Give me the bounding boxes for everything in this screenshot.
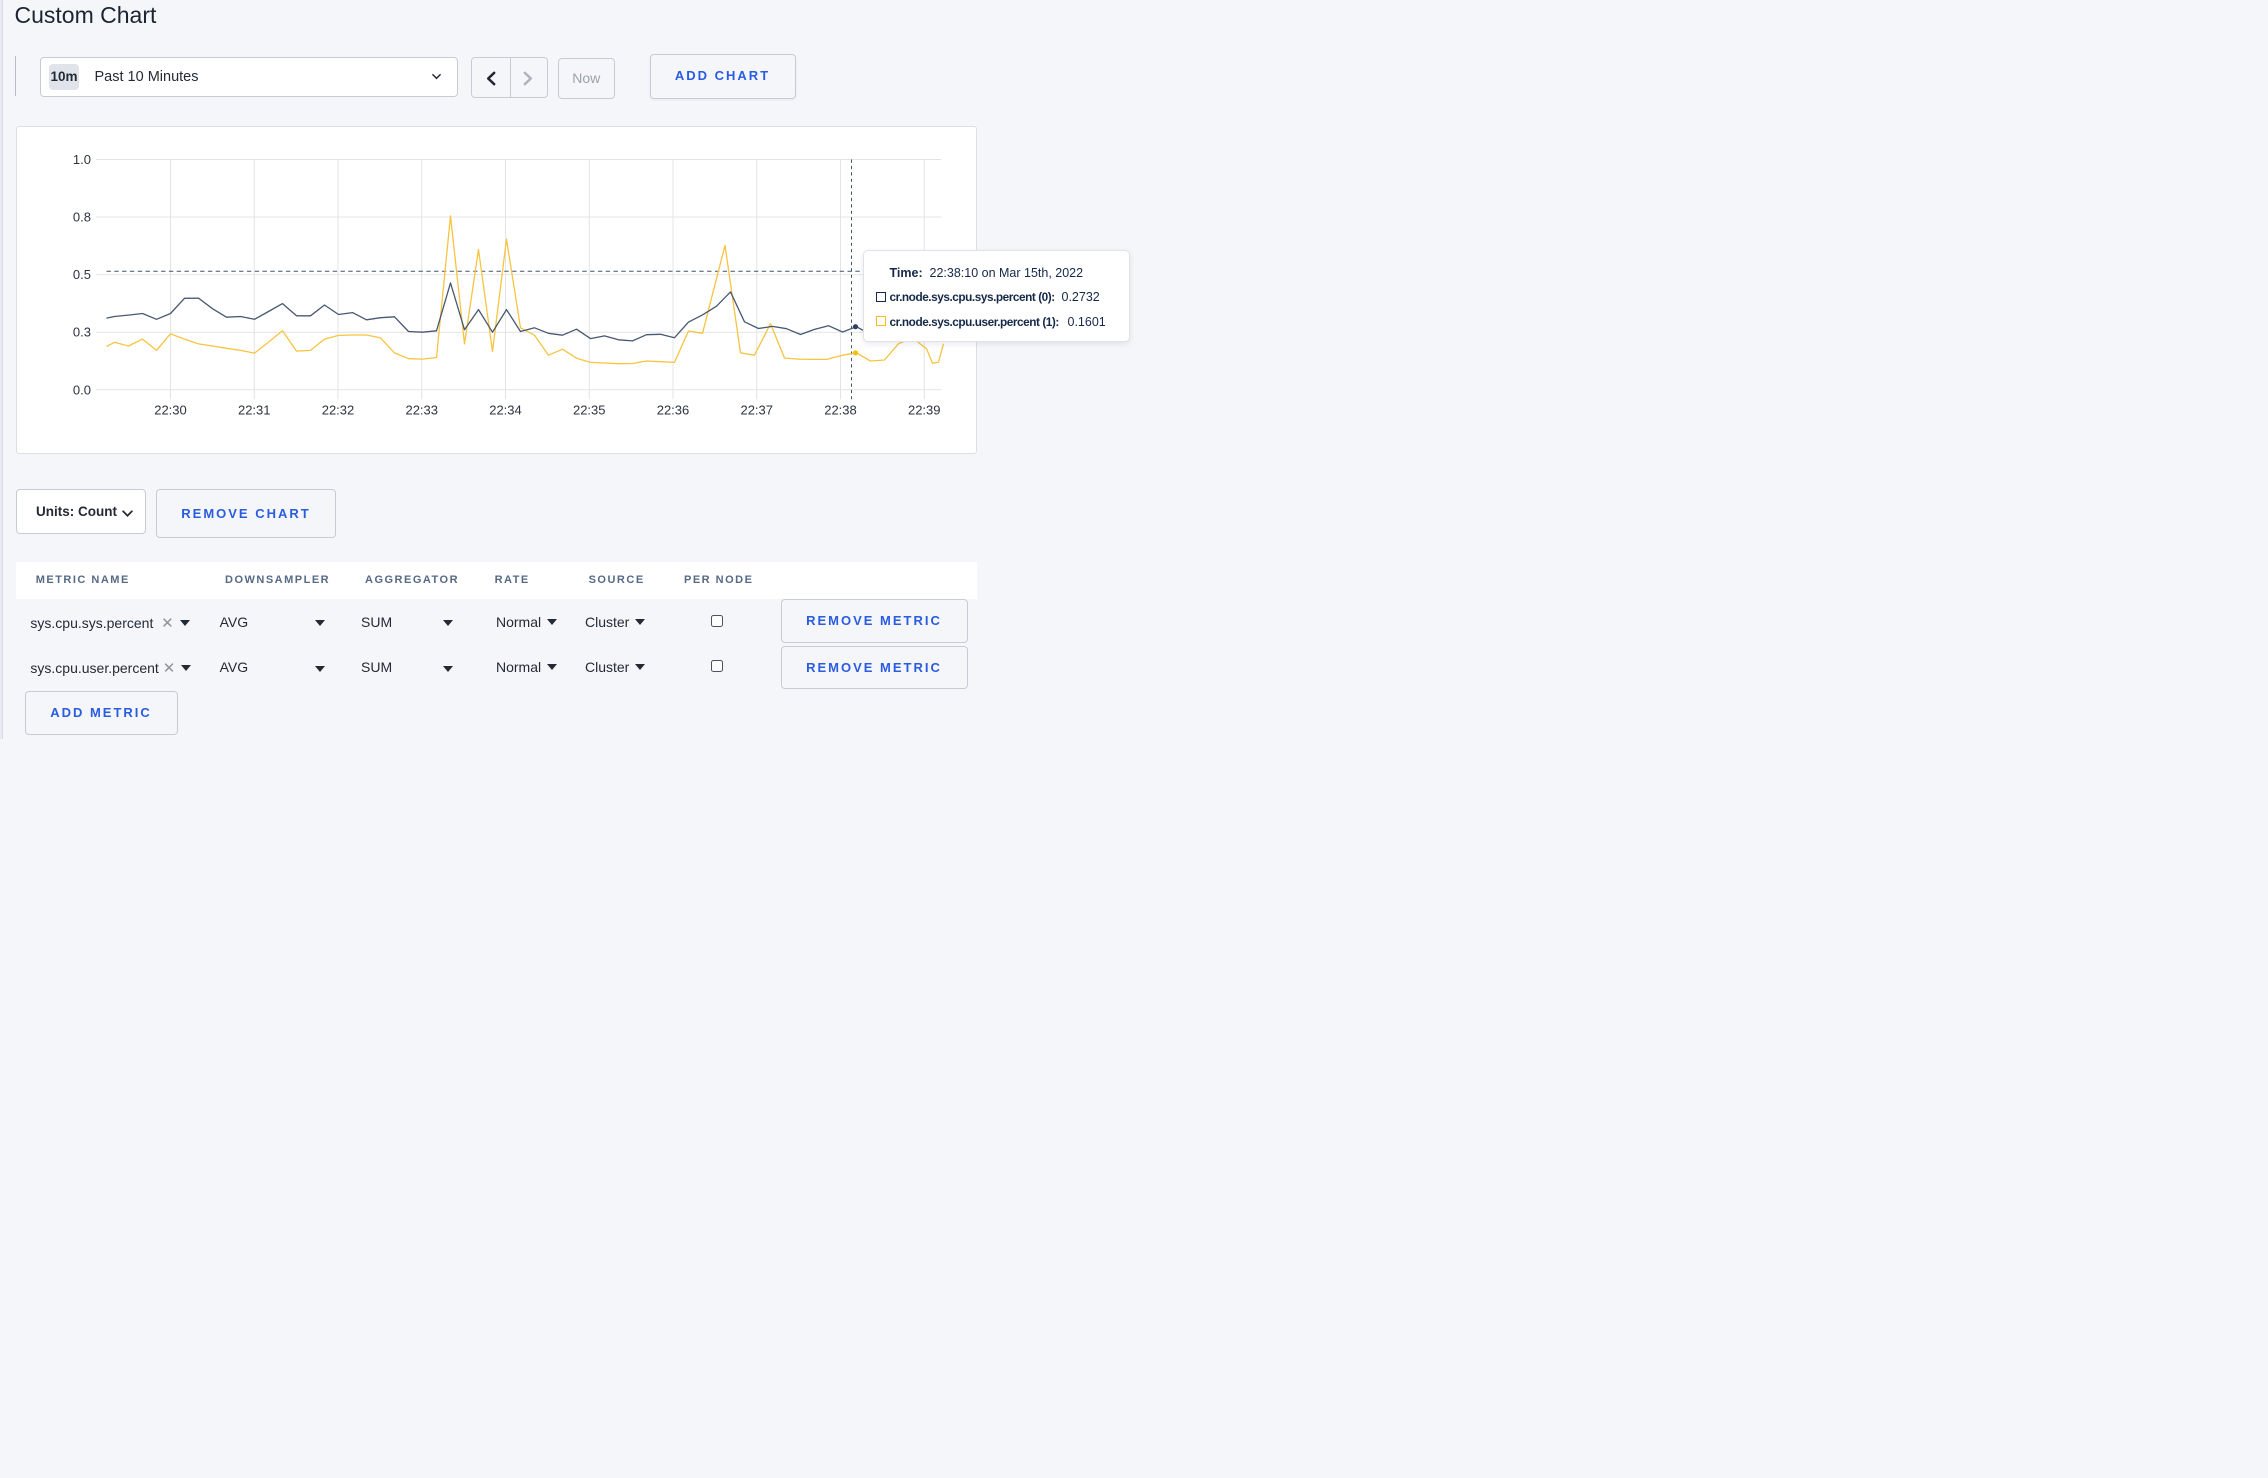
svg-text:22:33: 22:33 — [405, 402, 438, 417]
svg-text:1.0: 1.0 — [72, 152, 90, 167]
svg-text:22:34: 22:34 — [489, 402, 522, 417]
svg-text:0.8: 0.8 — [72, 209, 90, 224]
svg-text:0.3: 0.3 — [72, 324, 90, 339]
svg-text:22:36: 22:36 — [656, 402, 689, 417]
svg-text:22:39: 22:39 — [907, 402, 940, 417]
svg-text:22:31: 22:31 — [237, 402, 270, 417]
svg-text:0.5: 0.5 — [72, 267, 90, 282]
svg-text:22:38: 22:38 — [824, 402, 857, 417]
svg-text:22:30: 22:30 — [154, 402, 187, 417]
svg-text:22:37: 22:37 — [740, 402, 773, 417]
svg-text:0.0: 0.0 — [72, 382, 90, 397]
svg-text:22:32: 22:32 — [321, 402, 354, 417]
svg-text:22:35: 22:35 — [572, 402, 605, 417]
